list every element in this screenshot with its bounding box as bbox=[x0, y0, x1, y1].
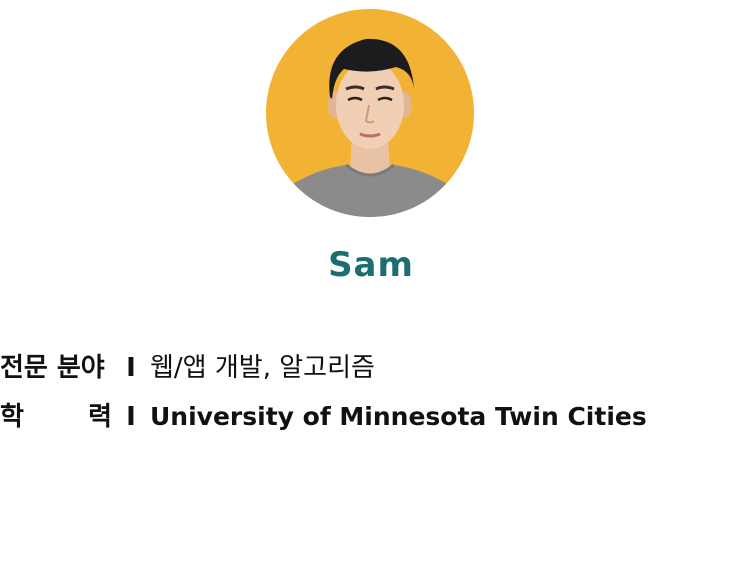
specialty-row: 전문 분야 I 웹/앱 개발, 알고리즘 bbox=[0, 351, 375, 385]
education-label: 학력 bbox=[0, 400, 112, 434]
profile-name: Sam bbox=[328, 245, 414, 285]
separator: I bbox=[126, 402, 136, 432]
education-label-first: 학 bbox=[0, 402, 24, 432]
separator: I bbox=[126, 353, 136, 383]
profile-avatar bbox=[266, 9, 474, 217]
specialty-label: 전문 분야 bbox=[0, 353, 105, 383]
education-row: 학 력 I University of Minnesota Twin Cities bbox=[0, 400, 647, 434]
education-label-last: 력 bbox=[88, 402, 112, 432]
education-value: University of Minnesota Twin Cities bbox=[150, 402, 647, 431]
specialty-value: 웹/앱 개발, 알고리즘 bbox=[150, 353, 375, 383]
avatar-photo bbox=[266, 9, 474, 217]
